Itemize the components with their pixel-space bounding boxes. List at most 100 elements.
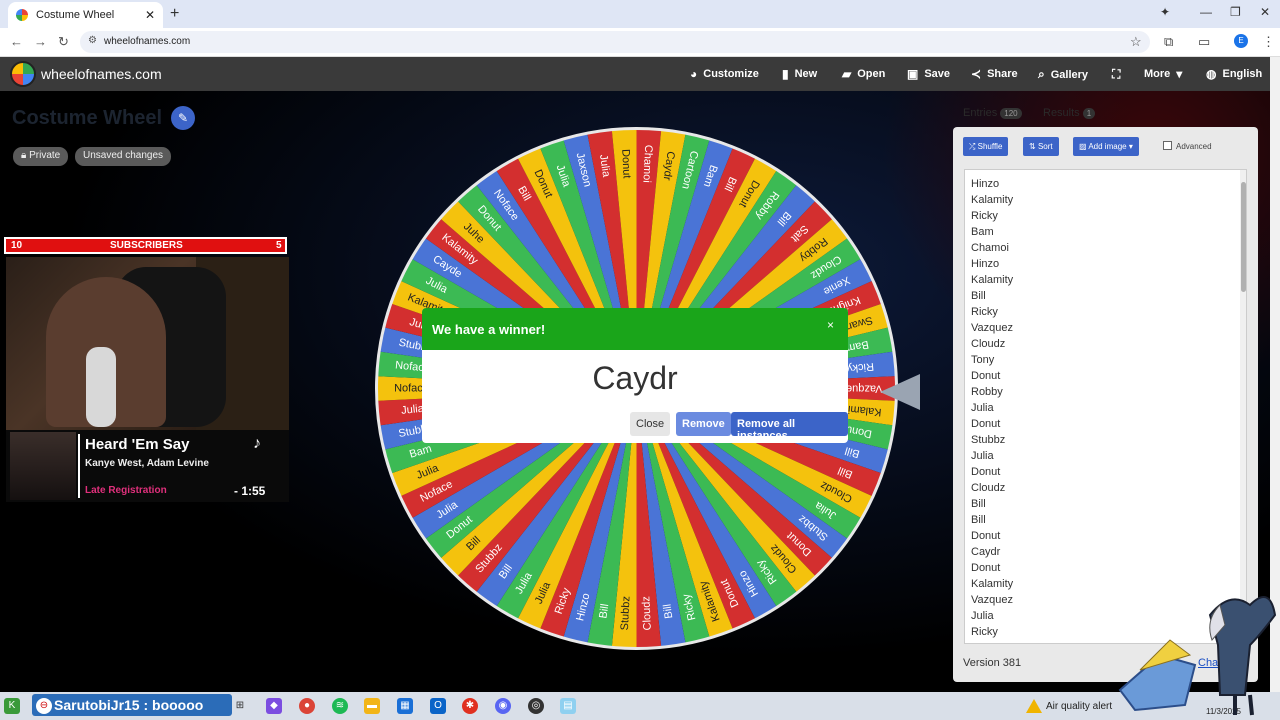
winner-dialog: We have a winner! × Caydr Close Remove R…: [422, 308, 848, 443]
share-button[interactable]: ≺ Share: [971, 67, 1018, 81]
notepad-icon[interactable]: ▤: [560, 698, 576, 714]
menu-kebab-icon[interactable]: ⋮: [1262, 34, 1275, 50]
folder-icon: ▰: [842, 67, 852, 81]
sort-button[interactable]: ⇅ Sort: [1023, 137, 1059, 156]
spotify-icon[interactable]: ≋: [332, 698, 348, 714]
dialog-close-icon[interactable]: ×: [827, 318, 834, 332]
entry-item: Bill: [971, 514, 986, 526]
url-field[interactable]: ⚙ wheelofnames.com: [80, 31, 1150, 53]
song-artist: Kanye West, Adam Levine: [85, 458, 209, 469]
tab-title: Costume Wheel: [36, 9, 115, 21]
app-icon[interactable]: ✱: [462, 698, 478, 714]
task-view-icon[interactable]: ⊞: [232, 698, 248, 714]
bookmark-star-icon[interactable]: ☆: [1130, 34, 1142, 50]
save-button[interactable]: ▣ Save: [907, 67, 950, 81]
entry-item: Julia: [971, 402, 994, 414]
entry-item: Hinzo: [971, 258, 1000, 270]
fullscreen-button[interactable]: ⛶: [1112, 67, 1120, 82]
wheel-title[interactable]: Costume Wheel: [12, 107, 162, 130]
gemini-icon[interactable]: ✦: [1160, 5, 1170, 19]
now-playing-widget: Heard 'Em Say Kanye West, Adam Levine La…: [6, 430, 289, 502]
add-image-button[interactable]: ▨ Add image ▾: [1073, 137, 1139, 156]
back-icon[interactable]: ←: [10, 34, 23, 49]
album-art: [10, 432, 76, 500]
entry-item: Julia: [971, 450, 994, 462]
close-button[interactable]: Close: [630, 412, 671, 436]
kick-icon[interactable]: K: [4, 698, 20, 714]
avatar: ⊖: [36, 698, 52, 714]
entry-item: Kalamity: [971, 274, 1014, 286]
song-album: Late Registration: [85, 485, 167, 496]
sub-goal: 5: [276, 240, 282, 251]
sub-current: 10: [11, 240, 23, 251]
pencil-icon: ✎: [177, 111, 189, 125]
minimize-icon[interactable]: —: [1200, 5, 1212, 19]
winner-name: Caydr: [592, 360, 678, 396]
site-info-icon[interactable]: ⚙: [88, 35, 97, 46]
tiktok-icon: ♪: [253, 435, 261, 452]
edit-title-button[interactable]: ✎: [171, 106, 195, 130]
lock-icon: 🔒︎: [21, 150, 30, 161]
tab-close-icon[interactable]: ✕: [145, 8, 155, 22]
entry-item: Donut: [971, 418, 1001, 430]
file-icon: ▮: [782, 67, 789, 81]
entry-item: Donut: [971, 530, 1001, 542]
browser-tab[interactable]: Costume Wheel ✕: [8, 2, 163, 28]
image-icon: ▨: [1079, 142, 1089, 151]
webcam-feed: [6, 257, 289, 430]
maximize-icon[interactable]: ❐: [1230, 5, 1241, 19]
divider: [78, 434, 80, 498]
wheel-label: Donut: [619, 149, 632, 179]
entry-item: Hinzo: [971, 178, 1000, 190]
extensions-icon[interactable]: ⧉: [1164, 34, 1173, 50]
entry-item: Kalamity: [971, 578, 1014, 590]
unsaved-badge: Unsaved changes: [75, 147, 172, 166]
entry-item: Donut: [971, 562, 1001, 574]
chevron-down-icon: ▾: [1176, 67, 1183, 81]
logo-text[interactable]: wheelofnames.com: [41, 66, 162, 82]
profile-avatar[interactable]: E: [1234, 34, 1248, 48]
entries-textarea[interactable]: Hinzo Kalamity Ricky Bam Chamoi Hinzo Kalamity…: [964, 169, 1247, 644]
url-text: wheelofnames.com: [104, 36, 191, 47]
chevron-down-icon: ▾: [1126, 142, 1133, 151]
shuffle-button[interactable]: ⤮ Shuffle: [963, 137, 1009, 156]
entry-item: Cloudz: [971, 338, 1006, 350]
entry-item: Caydr: [971, 546, 1001, 558]
outlook-icon[interactable]: O: [430, 698, 446, 714]
private-badge[interactable]: 🔒︎ Private: [13, 147, 69, 166]
more-button[interactable]: More ▾: [1144, 67, 1182, 81]
browser-tab-bar: Costume Wheel ✕ + ✦ — ❐ ✕: [0, 0, 1280, 28]
customize-button[interactable]: ◕ Customize: [690, 67, 759, 81]
advanced-checkbox[interactable]: Advanced: [1163, 141, 1212, 151]
file-explorer-icon[interactable]: ▬: [364, 698, 380, 714]
entries-scrollbar[interactable]: [1240, 170, 1246, 643]
tab-entries[interactable]: Entries 120: [963, 107, 1022, 119]
obs-icon[interactable]: ◎: [528, 698, 544, 714]
new-tab-button[interactable]: +: [170, 5, 179, 23]
new-button[interactable]: ▮ New: [782, 67, 817, 81]
reload-icon[interactable]: ↻: [58, 34, 69, 50]
close-window-icon[interactable]: ✕: [1260, 5, 1270, 19]
cast-icon[interactable]: ▭: [1198, 34, 1210, 50]
chrome-icon[interactable]: ●: [299, 698, 315, 714]
copilot-icon[interactable]: ◆: [266, 698, 282, 714]
remove-all-button[interactable]: Remove all instances: [731, 412, 848, 442]
store-icon[interactable]: ▦: [397, 698, 413, 714]
song-time: - 1:55: [234, 484, 266, 498]
forward-icon[interactable]: →: [34, 34, 47, 49]
open-button[interactable]: ▰ Open: [842, 67, 885, 81]
discord-icon[interactable]: ◉: [495, 698, 511, 714]
windows-taskbar: K ⊖ SarutobiJr15 : booooo ⊞ ◆ ● ≋ ▬ ▦ O …: [0, 692, 1280, 720]
entry-item: Bill: [971, 290, 986, 302]
wheel-label: Bill: [597, 603, 611, 619]
entry-item: Ricky: [971, 210, 998, 222]
gallery-button[interactable]: ⌕ Gallery: [1038, 67, 1088, 82]
wheel-label: Cloudz: [640, 596, 654, 631]
shuffle-icon: ⤮: [969, 142, 978, 151]
entry-item: Vazquez: [971, 322, 1013, 334]
tab-results[interactable]: Results 1: [1043, 107, 1096, 119]
language-button[interactable]: ◍ English: [1206, 67, 1262, 81]
entry-item: Ricky: [971, 626, 998, 638]
wheel-logo-icon[interactable]: [10, 61, 36, 87]
remove-button[interactable]: Remove: [676, 412, 731, 436]
